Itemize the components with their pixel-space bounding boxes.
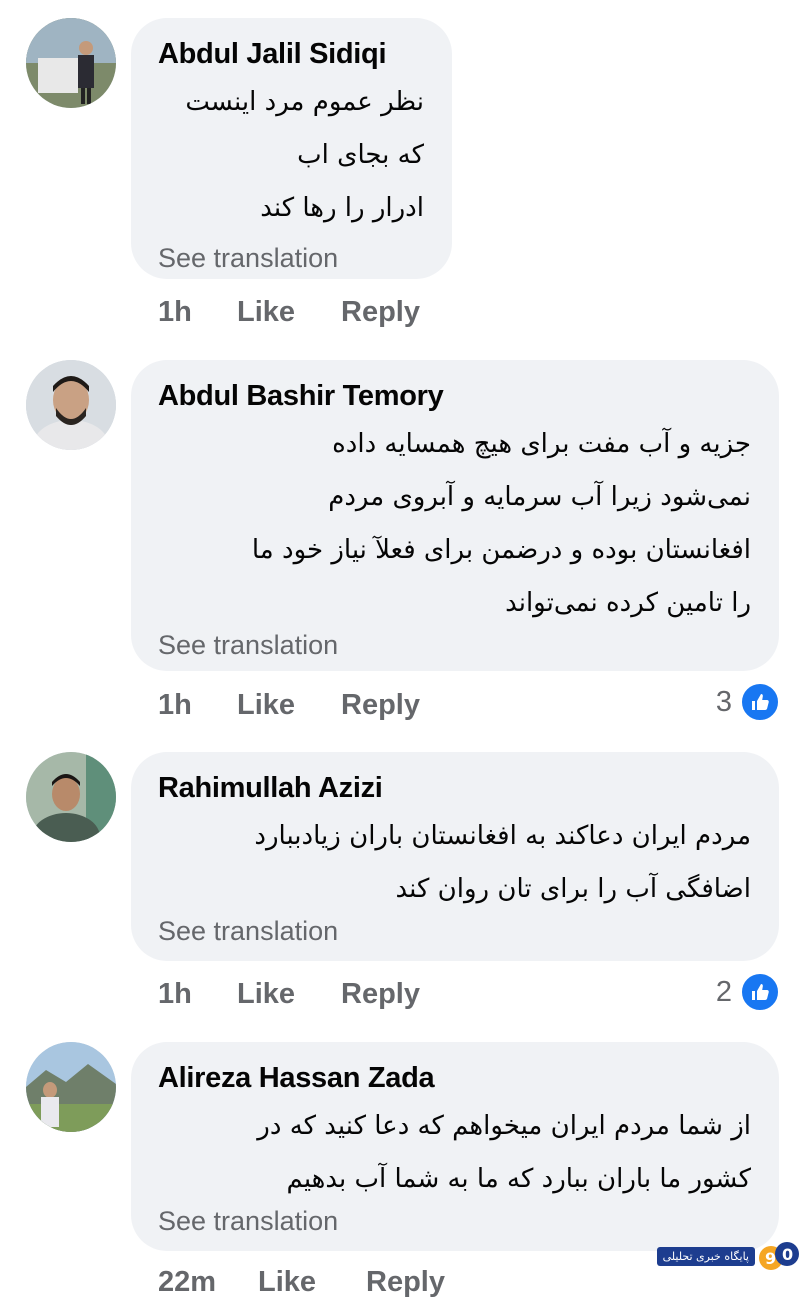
reply-button[interactable]: Reply xyxy=(366,1266,445,1299)
timestamp[interactable]: 1h xyxy=(158,978,192,1011)
comment-text: مردم ایران دعاکند به افغانستان باران زیا… xyxy=(158,810,751,916)
see-translation-link[interactable]: See translation xyxy=(158,914,751,948)
reply-button[interactable]: Reply xyxy=(341,296,420,329)
reply-button[interactable]: Reply xyxy=(341,978,420,1011)
comment-line: را تامین کرده نمی‌تواند xyxy=(505,588,751,618)
svg-text:0: 0 xyxy=(782,1245,793,1264)
reply-button[interactable]: Reply xyxy=(341,689,420,722)
comment-line: که بجای اب xyxy=(297,140,424,170)
see-translation-link[interactable]: See translation xyxy=(158,241,424,275)
comment-line: از شما مردم ایران میخواهم که دعا کنید که… xyxy=(257,1111,751,1141)
comment-line: کشور ما باران ببارد که ما به شما آب بدهی… xyxy=(286,1164,751,1194)
reaction-number: 2 xyxy=(715,975,732,1008)
avatar[interactable] xyxy=(26,752,116,842)
thumbs-up-icon xyxy=(740,682,780,722)
comment-text: جزیه و آب مفت برای هیچ همسایه داده نمی‌ش… xyxy=(158,418,751,630)
author-name[interactable]: Alireza Hassan Zada xyxy=(158,1060,751,1096)
see-translation-link[interactable]: See translation xyxy=(158,628,751,662)
avatar[interactable] xyxy=(26,360,116,450)
watermark-logo: پایگاه خبری تحلیلی 90 xyxy=(656,1236,801,1276)
comment-line: ادرار را رها کند xyxy=(260,193,424,223)
comment-bubble: Alireza Hassan Zada از شما مردم ایران می… xyxy=(131,1042,779,1251)
comment-line: نظر عموم مرد اینست xyxy=(185,87,424,117)
reaction-count[interactable]: 2 xyxy=(716,972,780,1012)
comment-bubble: Rahimullah Azizi مردم ایران دعاکند به اف… xyxy=(131,752,779,961)
comment-bubble: Abdul Jalil Sidiqi نظر عموم مرد اینست که… xyxy=(131,18,452,279)
like-button[interactable]: Like xyxy=(237,978,295,1011)
comment-line: نمی‌شود زیرا آب سرمایه و آبروی مردم xyxy=(328,482,751,512)
comment-line: جزیه و آب مفت برای هیچ همسایه داده xyxy=(332,429,751,459)
comment-text: از شما مردم ایران میخواهم که دعا کنید که… xyxy=(158,1100,751,1206)
timestamp[interactable]: 1h xyxy=(158,689,192,722)
logo-mark-icon: 90 xyxy=(759,1242,799,1270)
see-translation-link[interactable]: See translation xyxy=(158,1204,751,1238)
author-name[interactable]: Rahimullah Azizi xyxy=(158,770,751,806)
avatar[interactable] xyxy=(26,1042,116,1132)
reaction-count[interactable]: 3 xyxy=(716,682,780,722)
like-button[interactable]: Like xyxy=(237,296,295,329)
comment-bubble: Abdul Bashir Temory جزیه و آب مفت برای ه… xyxy=(131,360,779,671)
comment-text: نظر عموم مرد اینست که بجای اب ادرار را ر… xyxy=(158,76,424,235)
thumbs-up-icon xyxy=(740,972,780,1012)
watermark-text: پایگاه خبری تحلیلی xyxy=(656,1246,755,1266)
comment-line: مردم ایران دعاکند به افغانستان باران زیا… xyxy=(254,821,751,851)
comment-line: اضافگی آب را برای تان روان کند xyxy=(395,874,751,904)
timestamp[interactable]: 22m xyxy=(158,1266,216,1299)
comment-line: افغانستان بوده و درضمن برای فعلآ نیاز خو… xyxy=(251,535,751,565)
author-name[interactable]: Abdul Bashir Temory xyxy=(158,378,751,414)
like-button[interactable]: Like xyxy=(237,689,295,722)
author-name[interactable]: Abdul Jalil Sidiqi xyxy=(158,36,424,72)
avatar[interactable] xyxy=(26,18,116,108)
svg-text:9: 9 xyxy=(765,1249,776,1268)
like-button[interactable]: Like xyxy=(258,1266,316,1299)
reaction-number: 3 xyxy=(715,685,732,718)
timestamp[interactable]: 1h xyxy=(158,296,192,329)
